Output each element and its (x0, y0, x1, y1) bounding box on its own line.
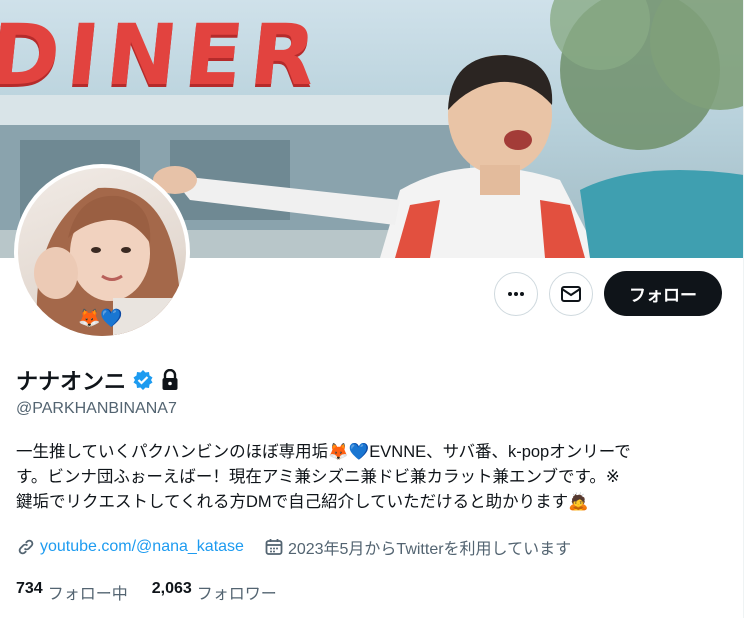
bio-line: 一生推していくパクハンビンのほぼ専用垢🦊💙EVNNE、サバ番、k-popオンリー… (16, 443, 631, 461)
message-button[interactable] (549, 272, 593, 316)
following-link[interactable]: 734 フォロー中 (16, 580, 128, 604)
profile-meta: youtube.com/@nana_katase 2023年5月からTwitte… (16, 535, 591, 559)
more-options-button[interactable] (494, 272, 538, 316)
display-name: ナナオンニ (16, 369, 127, 394)
following-label: フォロー中 (47, 586, 128, 603)
name-row: ナナオンニ (16, 364, 180, 396)
profile-avatar[interactable]: 🦊💙 (14, 164, 190, 340)
profile-link[interactable]: youtube.com/@nana_katase (16, 537, 244, 557)
calendar-icon (265, 539, 283, 555)
follow-stats: 734 フォロー中 2,063 フォロワー (16, 580, 301, 604)
lock-icon (162, 369, 178, 390)
bio-line: 鍵垢でリクエストしてくれる方DMで自己紹介していただけると助かります🙇 (16, 493, 589, 511)
user-handle: @PARKHANBINANA7 (16, 400, 177, 417)
followers-count: 2,063 (151, 580, 192, 597)
bio-line: す。ビンナ団ふぉーえばー！現在アミ兼シズニ兼ドビ兼カラット兼エンブです。※ (16, 468, 620, 486)
followers-link[interactable]: 2,063 フォロワー (152, 580, 277, 604)
followers-label: フォロワー (196, 586, 277, 603)
more-icon (508, 292, 524, 296)
following-count: 734 (16, 580, 43, 597)
follow-button[interactable]: フォロー (604, 271, 722, 316)
mail-icon (561, 286, 581, 302)
join-date-text: 2023年5月からTwitterを利用しています (287, 541, 572, 558)
avatar-emoji: 🦊💙 (78, 308, 123, 328)
avatar-photo: 🦊💙 (18, 168, 186, 336)
banner-sign-text: DINER (0, 6, 329, 104)
profile-link-text[interactable]: youtube.com/@nana_katase (40, 538, 244, 556)
join-date: 2023年5月からTwitterを利用しています (264, 535, 571, 559)
link-icon (18, 539, 34, 555)
verified-badge-icon[interactable] (132, 369, 154, 391)
profile-bio: 一生推していくパクハンビンのほぼ専用垢🦊💙EVNNE、サバ番、k-popオンリー… (16, 440, 728, 515)
